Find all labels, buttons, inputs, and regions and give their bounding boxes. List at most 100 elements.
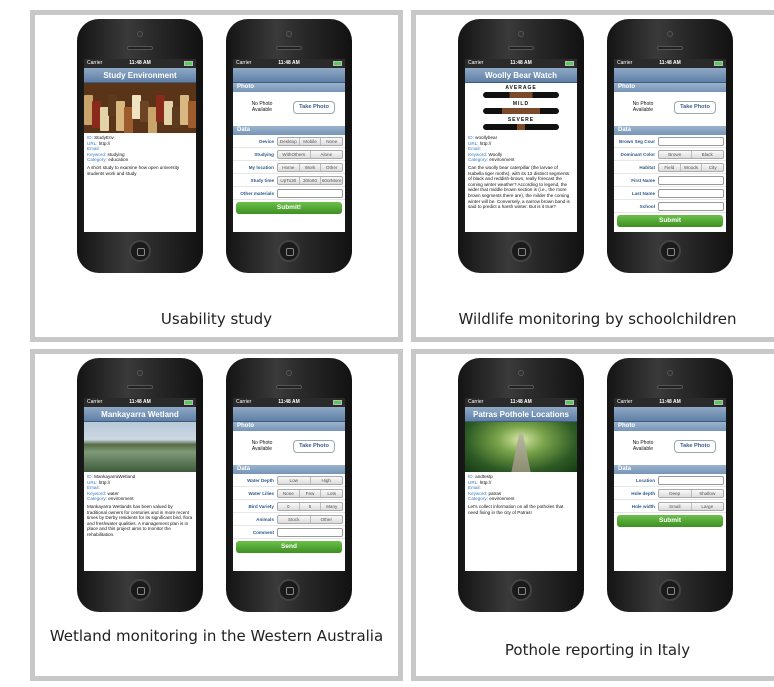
home-button[interactable] [510,240,532,262]
segment-option[interactable]: Stock [278,516,311,523]
take-photo-button[interactable]: Take Photo [674,440,716,453]
segment-option[interactable]: Other [321,164,342,171]
figure-panel: 11:48 AM Carrier Mankayarra Wetland ID: Man… [30,349,403,681]
info-value: http:// [98,479,111,485]
segment-option[interactable]: Many [321,503,342,510]
segment-option[interactable]: Home [278,164,300,171]
segment-option[interactable]: Black [692,151,724,158]
project-description: Can the woolly bear caterpillar (the lar… [468,164,570,210]
battery-icon [565,61,574,66]
segmented-control[interactable]: Low High [277,476,343,485]
project-image [84,422,196,472]
text-field[interactable] [658,189,724,198]
segment-option[interactable]: Brown [659,151,692,158]
segment-option[interactable]: None [278,490,300,497]
segmented-control[interactable]: Stock Other [277,515,343,524]
segment-option[interactable]: Low [278,477,311,484]
field-label: Water Depth [247,478,274,483]
carrier-label: Carrier [617,60,633,66]
segmented-control[interactable]: None Few Lots [277,489,343,498]
home-button[interactable] [659,579,681,601]
text-field[interactable] [658,137,724,146]
home-button[interactable] [278,579,300,601]
segment-option[interactable]: Other [311,516,343,523]
segmented-control[interactable]: Small Large [658,502,724,511]
panel-caption: Wildlife monitoring by schoolchildren [458,310,737,328]
text-field[interactable] [277,528,343,537]
segment-option[interactable]: Alone [311,151,343,158]
info-value: StudyEnv [94,135,114,140]
take-photo-button[interactable]: Take Photo [293,440,335,453]
take-photo-button[interactable]: Take Photo [674,101,716,114]
segment-option[interactable]: UpTo30 [278,177,300,184]
data-section-header: Data [233,465,345,474]
home-button[interactable] [510,579,532,601]
home-button[interactable] [659,240,681,262]
form-row: Brown Seg Cour [614,135,726,148]
camera-icon [286,370,292,376]
segmented-control[interactable]: Brown Black [658,150,724,159]
status-bar: 11:48 AM Carrier [465,398,577,407]
text-field[interactable] [658,176,724,185]
segment-option[interactable]: High [311,477,343,484]
submit-button[interactable]: Submit [617,515,723,527]
battery-icon [184,61,193,66]
segment-option[interactable]: Mobile [300,138,322,145]
field-label: Hole width [631,504,655,509]
segment-option[interactable]: Deep [659,490,692,497]
camera-icon [137,31,143,37]
navbar-blank [233,68,345,83]
info-key: Email: [87,146,100,152]
segment-option[interactable]: City [702,164,723,171]
segment-option[interactable]: WithOthers [278,151,311,158]
segment-option[interactable]: Small [659,503,692,510]
text-field[interactable] [658,476,724,485]
photo-section-header: Photo [614,422,726,431]
segmented-control[interactable]: Field Woods City [658,163,724,172]
take-photo-button[interactable]: Take Photo [293,101,335,114]
segment-option[interactable]: None [321,138,342,145]
segment-option[interactable]: Large [692,503,724,510]
segment-option[interactable]: Shallow [692,490,724,497]
segment-option[interactable]: 30to60 [300,177,322,184]
segment-option[interactable]: 0 [278,503,300,510]
segment-option[interactable]: Woods [681,164,703,171]
home-button[interactable] [129,240,151,262]
segment-option[interactable]: 5 [300,503,322,510]
phone-screen: 11:48 AM Carrier Study Environment ID: Stud… [84,59,196,232]
segmented-control[interactable]: Desktop Mobile None [277,137,343,146]
segmented-control[interactable]: Deep Shallow [658,489,724,498]
home-button[interactable] [129,579,151,601]
segment-option[interactable]: Work [300,164,322,171]
segmented-control[interactable]: WithOthers Alone [277,150,343,159]
segmented-control[interactable]: Home Work Other [277,163,343,172]
form-row: My location Home Work Other [233,161,345,174]
field-label: Dominant Color [620,152,655,157]
info-key: ID: [87,135,93,140]
segment-option[interactable]: 60orMore [321,177,342,184]
info-key: Category: [87,157,107,163]
form-row: Other materials [233,187,345,200]
segmented-control[interactable]: UpTo30 30to60 60orMore [277,176,343,185]
info-line: Category: environment [468,157,574,163]
segment-option[interactable]: Desktop [278,138,300,145]
form-row: First Name [614,174,726,187]
submit-button[interactable]: Send [236,541,342,553]
iphone-device: 11:48 AM Carrier Patras Pothole Locations I… [458,358,584,612]
battery-icon [565,400,574,405]
home-button[interactable] [278,240,300,262]
text-field[interactable] [277,189,343,198]
caterpillar-shape [483,124,559,130]
submit-button[interactable]: Submit [617,215,723,227]
segment-option[interactable]: Few [300,490,322,497]
form-row: Last Name [614,187,726,200]
segment-option[interactable]: Field [659,164,681,171]
submit-button[interactable]: Submit! [236,202,342,214]
text-field[interactable] [658,202,724,211]
segmented-control[interactable]: 0 5 Many [277,502,343,511]
status-bar: 11:48 AM Carrier [465,59,577,68]
field-label: First Name [631,178,655,183]
segment-option[interactable]: Lots [321,490,342,497]
iphone-device: 11:48 AM Carrier Woolly Bear Watch AVERAGE M… [458,19,584,273]
info-key: URL: [87,140,98,146]
